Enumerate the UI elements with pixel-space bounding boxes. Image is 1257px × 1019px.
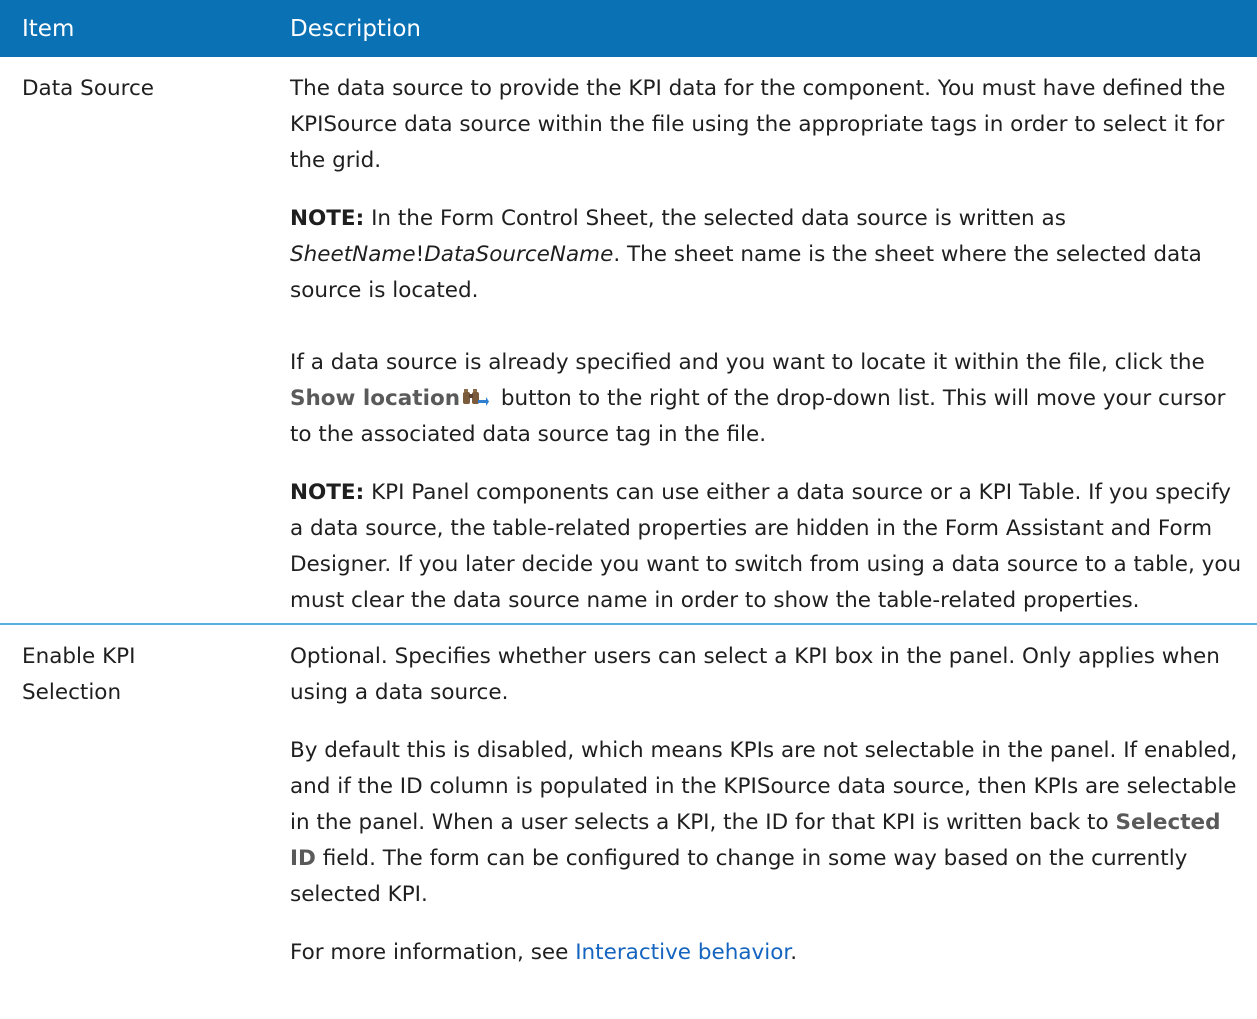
interactive-behavior-link[interactable]: Interactive behavior — [575, 940, 790, 965]
paragraph-text: . — [790, 940, 798, 965]
note-text: In the Form Control Sheet, the selected … — [364, 206, 1066, 231]
description-paragraph: By default this is disabled, which means… — [290, 733, 1243, 913]
paragraph-text: field. The form can be configured to cha… — [290, 846, 1188, 907]
data-source-name-term: DataSourceName — [424, 242, 614, 267]
properties-table: Item Description Data Source The data so… — [0, 0, 1257, 971]
description-cell: Optional. Specifies whether users can se… — [268, 624, 1257, 971]
description-paragraph: Optional. Specifies whether users can se… — [290, 644, 1220, 705]
paragraph-text: For more information, see — [290, 940, 576, 965]
sheet-name-term: SheetName — [290, 242, 416, 267]
description-cell: The data source to provide the KPI data … — [268, 57, 1257, 625]
note-label: NOTE: — [290, 206, 365, 231]
table-header-row: Item Description — [0, 0, 1257, 57]
description-paragraph: The data source to provide the KPI data … — [290, 76, 1226, 173]
show-location-term: Show location — [290, 386, 461, 411]
item-cell-data-source: Data Source — [0, 57, 268, 625]
paragraph-text: By default this is disabled, which means… — [290, 738, 1238, 835]
paragraph-text: If a data source is already specified an… — [290, 350, 1205, 375]
header-item: Item — [0, 0, 268, 57]
binoculars-icon — [463, 389, 490, 406]
header-description: Description — [268, 0, 1257, 57]
note-label: NOTE: — [290, 480, 365, 505]
bang-char: ! — [415, 242, 425, 267]
table-row: Data Source The data source to provide t… — [0, 57, 1257, 625]
description-paragraph: For more information, see Interactive be… — [290, 935, 1243, 971]
item-cell-enable-kpi-selection: Enable KPI Selection — [22, 644, 136, 705]
note-paragraph: NOTE: In the Form Control Sheet, the sel… — [290, 201, 1243, 309]
note-paragraph: NOTE: KPI Panel components can use eithe… — [290, 475, 1243, 619]
description-paragraph: If a data source is already specified an… — [290, 345, 1243, 453]
note-text: KPI Panel components can use either a da… — [290, 480, 1242, 613]
table-row: Enable KPI Selection Optional. Specifies… — [0, 624, 1257, 971]
